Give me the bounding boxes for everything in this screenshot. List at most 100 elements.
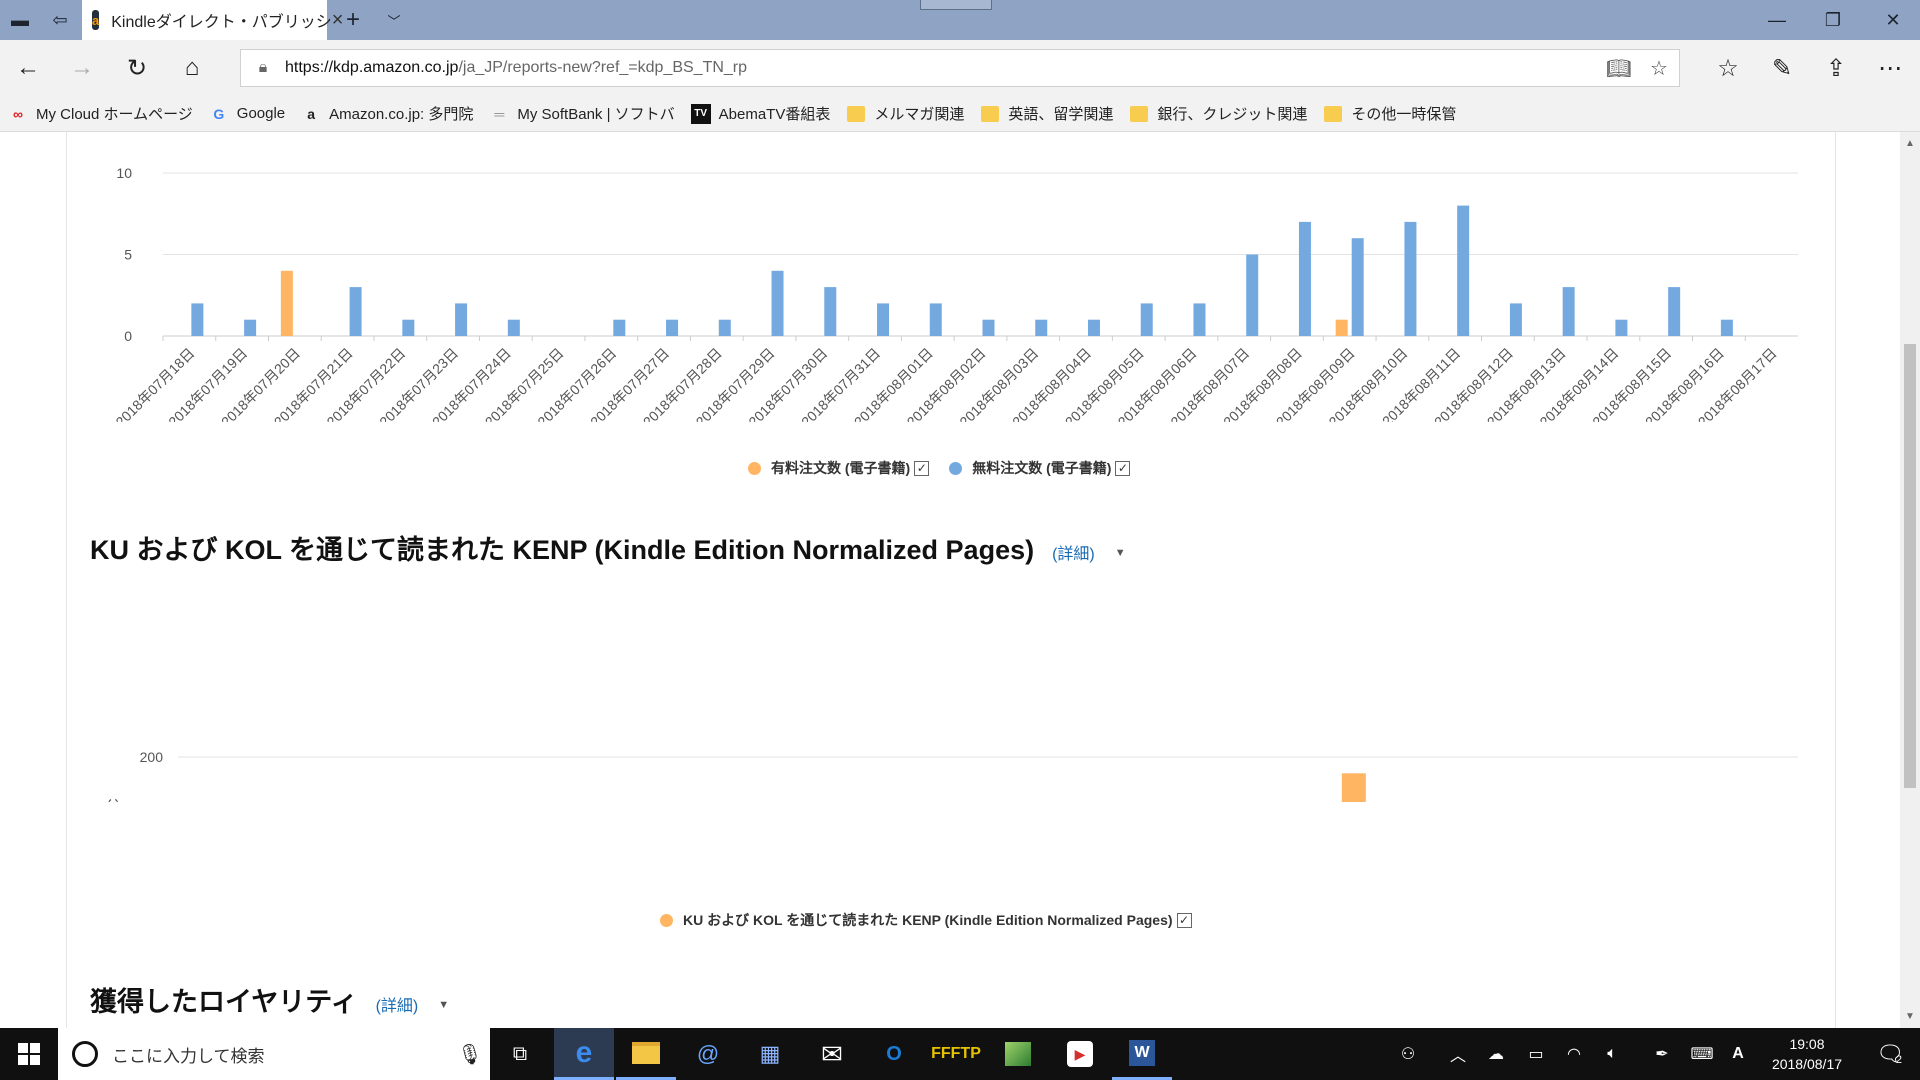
url-host: https://kdp.amazon.co.jp xyxy=(285,59,459,76)
abematv-icon: TV xyxy=(690,103,711,124)
start-button[interactable] xyxy=(0,1028,58,1080)
taskbar-search[interactable]: ここに入力して検索 🎙︎ xyxy=(58,1028,490,1080)
royalty-detail-link[interactable]: (詳細) xyxy=(376,992,419,1016)
bar xyxy=(1035,319,1048,336)
media-player-icon[interactable]: ▶ xyxy=(1050,1028,1110,1080)
bookmark-item[interactable]: その他一時保管 xyxy=(1323,103,1456,124)
bar xyxy=(1457,205,1470,336)
legend-checkbox[interactable]: ✓ xyxy=(1176,912,1192,928)
bookmark-item[interactable]: メルマガ関連 xyxy=(846,103,964,124)
kenp-dropdown-caret-icon[interactable]: ▼ xyxy=(1115,547,1126,559)
ffftp-icon[interactable]: FFFTP xyxy=(926,1028,986,1080)
scrollbar-thumb[interactable] xyxy=(1904,344,1916,788)
reading-view-icon[interactable]: 📖︎ xyxy=(1599,56,1639,81)
bookmark-item[interactable]: TV AbemaTV番組表 xyxy=(690,103,831,124)
kenp-section-title: KU および KOL を通じて読まれた KENP (Kindle Edition… xyxy=(90,535,1035,565)
bookmark-item[interactable]: ∞ My Cloud ホームページ xyxy=(8,103,193,124)
bookmark-label: 銀行、クレジット関連 xyxy=(1157,106,1308,123)
bookmark-item[interactable]: 銀行、クレジット関連 xyxy=(1129,103,1307,124)
legend-label[interactable]: 有料注文数 (電子書籍) xyxy=(771,458,910,478)
amazon-icon: a xyxy=(307,105,316,122)
kenp-detail-link[interactable]: (詳細) xyxy=(1052,540,1095,564)
show-hidden-icons-icon[interactable]: ︿ xyxy=(1440,1028,1476,1080)
mail-app-icon[interactable]: @ xyxy=(678,1028,738,1080)
microphone-icon[interactable]: 🎙︎ xyxy=(450,1042,490,1067)
pen-workspace-icon[interactable]: ✒ xyxy=(1644,1028,1680,1080)
bar xyxy=(1140,303,1153,336)
clock[interactable]: 19:08 2018/08/17 xyxy=(1762,1028,1852,1080)
window-drag-handle[interactable] xyxy=(920,0,992,10)
edge-icon[interactable]: e xyxy=(554,1028,614,1080)
url-field[interactable]: 🔒︎ https://kdp.amazon.co.jp/ja_JP/report… xyxy=(240,49,1680,87)
new-tab-icon[interactable]: + xyxy=(337,0,369,40)
lock-icon[interactable]: 🔒︎ xyxy=(241,59,285,77)
favorite-star-icon[interactable]: ☆ xyxy=(1639,56,1679,81)
cortana-icon[interactable] xyxy=(72,1041,98,1067)
bookmark-label: AbemaTV番組表 xyxy=(718,106,831,123)
keyboard-icon[interactable]: ⌨ xyxy=(1684,1028,1720,1080)
bar xyxy=(1720,319,1733,336)
tab-title: Kindleダイレクト・パブリッシ xyxy=(111,14,332,31)
tab-kdp[interactable]: a Kindleダイレクト・パブリッシ × xyxy=(82,0,343,40)
word-icon[interactable]: W xyxy=(1112,1028,1172,1080)
bar xyxy=(1668,287,1681,336)
bookmark-label: Google xyxy=(236,105,286,122)
onedrive-icon[interactable]: ☁ xyxy=(1478,1028,1514,1080)
url-path: /ja_JP/reports-new?ref_=kdp_BS_TN_rp xyxy=(458,59,748,76)
y-tick-label: 0 xyxy=(124,328,132,344)
royalty-dropdown-caret-icon[interactable]: ▼ xyxy=(438,999,449,1011)
share-icon[interactable]: ⇪ xyxy=(1816,48,1856,88)
forward-arrow-icon[interactable]: → xyxy=(62,48,102,88)
favorites-bar: ∞ My Cloud ホームページ G Google a Amazon.co.jp: 多門… xyxy=(0,96,1920,132)
y-tick-label: 10 xyxy=(116,165,132,181)
legend-checkbox[interactable]: ✓ xyxy=(914,460,930,476)
bar xyxy=(824,287,837,336)
bookmark-label: My SoftBank | ソフトバ xyxy=(517,106,675,123)
image-editor-icon[interactable] xyxy=(988,1028,1048,1080)
back-arrow-icon[interactable]: ← xyxy=(8,48,48,88)
tabs-aside-icon[interactable]: ⇦ xyxy=(40,0,80,40)
url-text[interactable]: https://kdp.amazon.co.jp/ja_JP/reports-n… xyxy=(285,59,1599,77)
action-center-icon[interactable]: 🗨︎ 2 xyxy=(1864,1028,1914,1080)
outlook-icon[interactable]: O xyxy=(864,1028,924,1080)
close-window-icon[interactable]: ✕ xyxy=(1866,0,1920,40)
tab-preview-chevron-icon[interactable]: ﹀ xyxy=(378,0,410,40)
orders-chart-legend: 有料注文数 (電子書籍) ✓ 無料注文数 (電子書籍) ✓ xyxy=(748,458,1150,478)
bookmark-label: メルマガ関連 xyxy=(874,106,965,123)
scroll-up-icon[interactable]: ▲ xyxy=(1900,138,1920,149)
wifi-icon[interactable]: ◠ xyxy=(1556,1028,1592,1080)
calculator-icon[interactable]: ▦ xyxy=(740,1028,800,1080)
ime-mode-icon[interactable]: A xyxy=(1720,1028,1756,1080)
restore-icon[interactable]: ❐ xyxy=(1806,0,1860,40)
battery-icon[interactable]: ▭ xyxy=(1518,1028,1554,1080)
bar xyxy=(1193,303,1206,336)
bookmark-item[interactable]: G Google xyxy=(209,104,285,124)
page-scrollbar[interactable]: ▲ ▼ xyxy=(1900,132,1920,1028)
cloud-icon: ∞ xyxy=(13,105,23,122)
bookmark-label: Amazon.co.jp: 多門院 xyxy=(329,106,474,123)
legend-label[interactable]: KU および KOL を通じて読まれた KENP (Kindle Edition… xyxy=(683,910,1173,930)
file-explorer-icon[interactable] xyxy=(616,1028,676,1080)
bookmark-label: My Cloud ホームページ xyxy=(36,106,193,123)
minimize-icon[interactable]: — xyxy=(1750,0,1804,40)
legend-label[interactable]: 無料注文数 (電子書籍) xyxy=(972,458,1111,478)
bar xyxy=(613,319,626,336)
legend-checkbox[interactable]: ✓ xyxy=(1115,460,1131,476)
scroll-down-icon[interactable]: ▼ xyxy=(1900,1011,1920,1022)
bookmark-item[interactable]: a Amazon.co.jp: 多門院 xyxy=(301,103,473,124)
volume-icon[interactable]: 🔈︎ xyxy=(1594,1028,1630,1080)
task-view-icon[interactable]: ⧉ xyxy=(490,1028,550,1080)
bar xyxy=(666,319,679,336)
bookmark-item[interactable]: ═ My SoftBank | ソフトバ xyxy=(489,103,674,124)
bar xyxy=(1351,238,1364,336)
window-menu-icon[interactable]: ▬ xyxy=(0,0,40,40)
refresh-icon[interactable]: ↻ xyxy=(117,48,157,88)
search-placeholder[interactable]: ここに入力して検索 xyxy=(112,1042,450,1067)
envelope-icon[interactable]: ✉ xyxy=(802,1028,862,1080)
home-icon[interactable]: ⌂ xyxy=(172,48,212,88)
favorites-list-icon[interactable]: ☆ xyxy=(1708,48,1748,88)
people-icon[interactable]: ⚇ xyxy=(1390,1028,1426,1080)
bookmark-item[interactable]: 英語、留学関連 xyxy=(980,103,1113,124)
pen-icon[interactable]: ✎ xyxy=(1762,48,1802,88)
more-icon[interactable]: ⋯ xyxy=(1870,48,1910,88)
